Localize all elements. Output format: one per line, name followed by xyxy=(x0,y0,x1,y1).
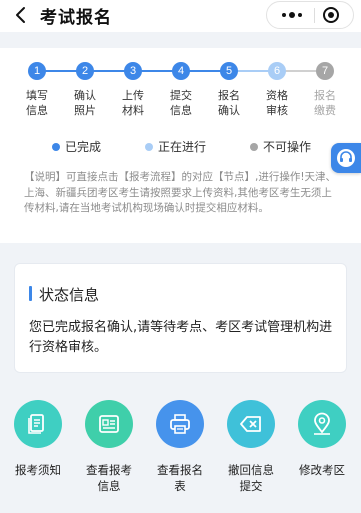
action-icon-bg xyxy=(227,400,275,448)
dot-icon xyxy=(52,142,60,151)
status-title: 状态信息 xyxy=(29,284,99,305)
step-label: 报名 缴费 xyxy=(314,89,336,117)
action-label: 修改考区 xyxy=(299,463,345,477)
step-label: 填写 信息 xyxy=(26,89,48,117)
progress-card: 1 填写 信息 2 确认 照片 3 上传 材料 4 提交 信息 5 报名 确认 6 资格 审… xyxy=(0,48,361,243)
action-withdraw[interactable]: 撤回信息 提交 xyxy=(215,400,287,494)
instruction-note: 【说明】可直接点击【报考流程】的对应【节点】,进行操作!天津、上海、新疆兵团考区… xyxy=(24,171,337,214)
action-label: 报考须知 xyxy=(15,463,61,477)
chevron-left-icon[interactable] xyxy=(12,5,30,25)
more-icon[interactable] xyxy=(277,2,307,28)
close-target-icon[interactable] xyxy=(323,7,339,23)
dot-icon xyxy=(145,142,153,151)
step-number: 3 xyxy=(124,62,142,80)
customer-service-button[interactable] xyxy=(331,143,361,173)
action-icon-bg xyxy=(298,400,346,448)
step-number: 4 xyxy=(172,62,190,80)
legend-progress: 正在进行 xyxy=(145,138,206,155)
mini-program-capsule xyxy=(266,1,354,29)
legend-disabled: 不可操作 xyxy=(250,138,311,155)
page-title: 考试报名 xyxy=(40,8,112,28)
action-icon-bg xyxy=(14,400,62,448)
action-label: 查看报考 信息 xyxy=(86,463,132,493)
document-icon xyxy=(28,414,44,434)
location-pin-icon xyxy=(314,412,330,435)
printer-icon xyxy=(170,414,190,434)
step-indicator: 1 填写 信息 2 确认 照片 3 上传 材料 4 提交 信息 5 报名 确认 6 资格 审… xyxy=(14,62,348,124)
info-card-icon xyxy=(99,415,119,433)
action-icon-bg xyxy=(85,400,133,448)
action-exam-notice[interactable]: 报考须知 xyxy=(2,400,74,478)
step-legend: 已完成 正在进行 不可操作 xyxy=(0,138,361,154)
legend-done: 已完成 xyxy=(52,138,101,155)
step-number: 1 xyxy=(28,62,46,80)
step-number: 6 xyxy=(268,62,286,80)
step-label: 确认 照片 xyxy=(74,89,96,117)
dot-icon xyxy=(250,142,258,151)
legend-label: 正在进行 xyxy=(158,140,207,154)
action-view-info[interactable]: 查看报考 信息 xyxy=(73,400,145,494)
step-number: 7 xyxy=(316,62,334,80)
step-label: 提交 信息 xyxy=(170,89,192,117)
legend-label: 不可操作 xyxy=(263,140,312,154)
action-label: 撤回信息 提交 xyxy=(228,463,274,493)
step-label: 资格 审核 xyxy=(266,89,288,117)
app-header: 考试报名 xyxy=(0,0,361,32)
step-number: 5 xyxy=(220,62,238,80)
step-number: 2 xyxy=(76,62,94,80)
headset-icon xyxy=(337,149,355,167)
backspace-icon xyxy=(240,416,261,432)
capsule-divider xyxy=(314,8,315,23)
action-icon-bg xyxy=(156,400,204,448)
action-grid: 报考须知 查看报考 信息 查看报名 表 撤回信息 提交 修改考区 xyxy=(0,400,361,500)
action-label: 查看报名 表 xyxy=(157,463,203,493)
action-change-region[interactable]: 修改考区 xyxy=(286,400,358,478)
step-label: 上传 材料 xyxy=(122,89,144,117)
legend-label: 已完成 xyxy=(65,140,102,154)
status-text: 您已完成报名确认,请等待考点、考区考试管理机构进行资格审核。 xyxy=(29,320,333,355)
step-label: 报名 确认 xyxy=(218,89,240,117)
status-card: 状态信息 您已完成报名确认,请等待考点、考区考试管理机构进行资格审核。 xyxy=(14,263,347,373)
action-view-form[interactable]: 查看报名 表 xyxy=(144,400,216,494)
